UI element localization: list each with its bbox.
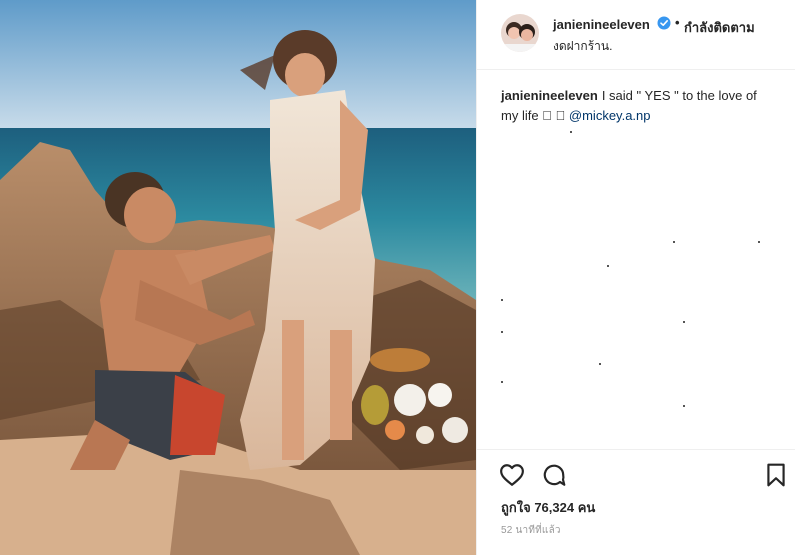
- avatar-image: [501, 14, 539, 52]
- post-side-panel: janienineeleven • กำลังติดตาม งดฝากร้าน.…: [476, 0, 795, 555]
- post-timestamp[interactable]: 52 นาทีที่แล้ว: [501, 523, 561, 538]
- post-actions: ถูกใจ 76,324 คน 52 นาทีที่แล้ว: [477, 449, 795, 555]
- caption-mention-link[interactable]: @mickey.a.np: [569, 108, 651, 123]
- avatar[interactable]: [501, 14, 539, 52]
- dot-separator: •: [675, 15, 680, 30]
- heart-icon[interactable]: [499, 462, 525, 488]
- likes-count[interactable]: ถูกใจ 76,324 คน: [501, 497, 595, 518]
- bookmark-icon[interactable]: [763, 462, 789, 488]
- verified-badge-icon: [657, 16, 671, 30]
- post-header: janienineeleven • กำลังติดตาม งดฝากร้าน.: [477, 0, 795, 70]
- follow-status-button[interactable]: กำลังติดตาม: [684, 17, 755, 38]
- comment-icon[interactable]: [541, 462, 567, 488]
- post-photo[interactable]: [0, 0, 476, 555]
- post-location[interactable]: งดฝากร้าน.: [553, 37, 612, 56]
- post-username[interactable]: janienineeleven: [553, 17, 650, 32]
- proposal-photo-image: [0, 0, 476, 555]
- caption-username[interactable]: janienineeleven: [501, 88, 598, 103]
- post-caption: janienineeleven I said " YES " to the lov…: [501, 86, 773, 126]
